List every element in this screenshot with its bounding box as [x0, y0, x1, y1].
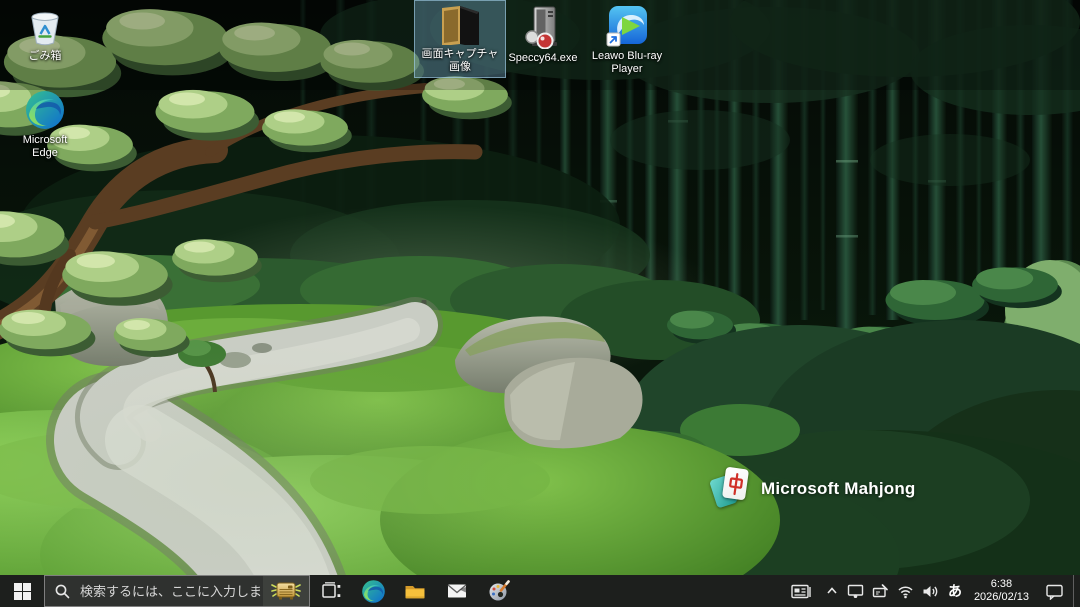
- mail-icon: [445, 579, 469, 603]
- mahjong-tiles-icon: [713, 467, 751, 511]
- taskbar-edge-button[interactable]: [352, 575, 394, 607]
- news-and-interests-button[interactable]: [783, 575, 821, 607]
- edge-icon: [361, 579, 386, 604]
- paint-3d-icon: [487, 579, 511, 603]
- recycle-bin-icon: [25, 7, 65, 47]
- speccy-icon: [523, 5, 563, 49]
- network-tray-button[interactable]: [893, 575, 918, 607]
- volume-tray-button[interactable]: [918, 575, 943, 607]
- taskbar-search-box[interactable]: [44, 575, 310, 607]
- ime-mode-indicator[interactable]: あ: [943, 575, 967, 607]
- speaker-icon: [922, 584, 939, 599]
- leawo-icon: [606, 5, 648, 47]
- action-center-icon: [1045, 583, 1064, 600]
- desktop[interactable]: ごみ箱 Microsoft Edge 画面キャプチャ画像: [0, 0, 1080, 575]
- desktop-icon-recycle-bin[interactable]: ごみ箱: [6, 4, 84, 67]
- search-highlights-button[interactable]: [263, 576, 309, 606]
- icon-label: ごみ箱: [29, 50, 62, 63]
- monitor-icon: [847, 583, 864, 599]
- edge-icon: [24, 89, 66, 131]
- wifi-icon: [897, 584, 914, 599]
- icon-label: Leawo Blu-ray Player: [587, 50, 667, 76]
- desktop-icon-microsoft-edge[interactable]: Microsoft Edge: [6, 86, 84, 164]
- taskbar-clock[interactable]: 6:38 2026/02/13: [967, 578, 1036, 604]
- task-view-icon: [320, 580, 342, 602]
- news-icon: [791, 583, 813, 600]
- mahjong-watermark-label: Microsoft Mahjong: [761, 479, 916, 499]
- icon-label: 画面キャプチャ画像: [420, 48, 500, 74]
- taskbar-mail-button[interactable]: [436, 575, 478, 607]
- task-view-button[interactable]: [310, 575, 352, 607]
- clock-date: 2026/02/13: [974, 591, 1029, 604]
- wallpaper-zen-garden: [0, 0, 1080, 575]
- icon-label: Microsoft Edge: [9, 134, 81, 160]
- icon-label: Speccy64.exe: [508, 52, 577, 65]
- display-tray-button[interactable]: [843, 575, 868, 607]
- windows-logo-icon: [14, 583, 31, 600]
- chun-glyph: [726, 471, 745, 497]
- desktop-icon-capture-folder[interactable]: 画面キャプチャ画像: [414, 0, 506, 78]
- search-icon: [55, 584, 70, 599]
- taskbar-paint3d-button[interactable]: [478, 575, 520, 607]
- clock-time: 6:38: [974, 578, 1029, 591]
- mahjong-red-dragon-tile: [722, 467, 749, 501]
- chevron-up-icon: [825, 584, 839, 598]
- system-tray: あ 6:38 2026/02/13: [783, 575, 1080, 607]
- taskbar: あ 6:38 2026/02/13: [0, 575, 1080, 607]
- action-center-button[interactable]: [1036, 575, 1073, 607]
- desktop-icon-speccy[interactable]: Speccy64.exe: [502, 2, 584, 69]
- pen-tablet-icon: [872, 583, 889, 599]
- start-button[interactable]: [0, 575, 44, 607]
- folder-icon: [433, 3, 487, 45]
- desktop-icon-leawo[interactable]: Leawo Blu-ray Player: [582, 2, 672, 80]
- file-explorer-icon: [403, 579, 427, 603]
- mahjong-watermark: Microsoft Mahjong: [713, 467, 916, 511]
- show-desktop-button[interactable]: [1073, 575, 1080, 607]
- hidden-icons-button[interactable]: [821, 575, 843, 607]
- search-highlights-radio-icon: [271, 579, 301, 603]
- search-input[interactable]: [78, 583, 263, 600]
- pen-input-tray-button[interactable]: [868, 575, 893, 607]
- taskbar-file-explorer-button[interactable]: [394, 575, 436, 607]
